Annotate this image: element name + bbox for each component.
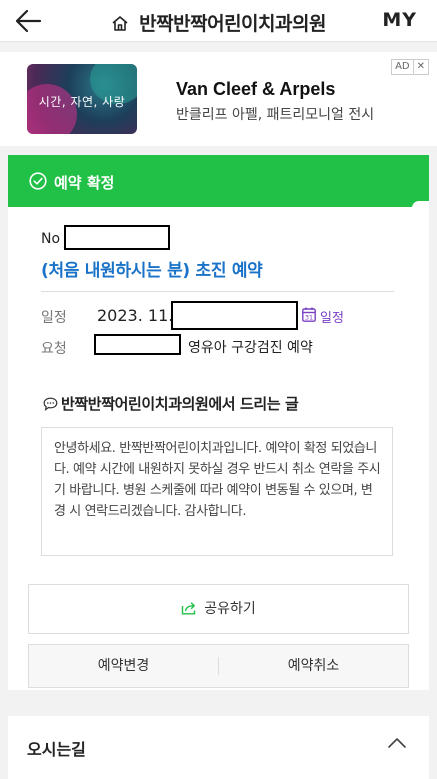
status-banner: 예약 확정 [8,155,429,208]
message-body: 안녕하세요. 반짝반짝어린이치과입니다. 예약이 확정 되었습니다. 예약 시간… [41,427,393,556]
calendar-icon[interactable]: 31 [302,307,316,322]
schedule-date: 2023. 11. [97,306,174,325]
directions-section[interactable]: 오시는길 [8,716,429,779]
ad-banner[interactable]: 시간, 자연, 사랑 Van Cleef & Arpels 반클리프 아펠, 패… [0,52,437,146]
booking-actions: 예약변경 예약취소 [28,644,409,688]
ad-image-text: 시간, 자연, 사랑 [38,95,126,109]
calendar-link[interactable]: 일정 [320,307,344,326]
booking-card: 예약 확정 No (처음 내원하시는 분) 초진 예약 일정 2023. 11.… [8,155,429,690]
request-value: 영유아 구강검진 예약 [188,340,313,356]
top-bar: 반짝반짝어린이치과의원 MY [0,0,437,42]
share-label: 공유하기 [204,601,256,617]
home-icon[interactable] [111,15,129,31]
chevron-up-icon[interactable] [387,736,407,750]
cancel-booking-button[interactable]: 예약취소 [219,645,408,687]
redacted-schedule-time [171,301,298,330]
status-tab-notch [412,201,429,208]
speech-bubble-icon [43,397,58,411]
message-heading-row: 반짝반짝어린이치과의원에서 드리는 글 [43,393,299,414]
divider [41,291,394,292]
status-text: 예약 확정 [54,174,115,192]
booking-title: (처음 내원하시는 분) 초진 예약 [41,261,263,281]
ad-brand[interactable]: Van Cleef & Arpels [176,79,335,100]
message-heading: 반짝반짝어린이치과의원에서 드리는 글 [61,395,299,413]
ad-image[interactable]: 시간, 자연, 사랑 [27,64,137,134]
ad-badge: AD ✕ [391,59,429,75]
share-button[interactable]: 공유하기 [28,584,409,634]
redacted-request [94,334,181,355]
request-label: 요청 [41,341,67,357]
ad-close-icon[interactable]: ✕ [412,60,428,74]
share-icon [182,602,196,615]
directions-label: 오시는길 [27,740,86,759]
schedule-label: 일정 [41,310,67,326]
ad-subtitle: 반클리프 아펠, 패트리모니얼 전시 [176,107,375,123]
change-booking-button[interactable]: 예약변경 [29,645,218,687]
my-button[interactable]: MY [382,9,417,31]
check-circle-icon [29,172,47,190]
page-title[interactable]: 반짝반짝어린이치과의원 [139,13,326,35]
ad-label: AD [395,61,410,72]
svg-text:31: 31 [305,314,313,322]
page-title-group: 반짝반짝어린이치과의원 [0,9,437,36]
redacted-booking-number [64,225,170,250]
booking-number-label: No [41,231,61,247]
